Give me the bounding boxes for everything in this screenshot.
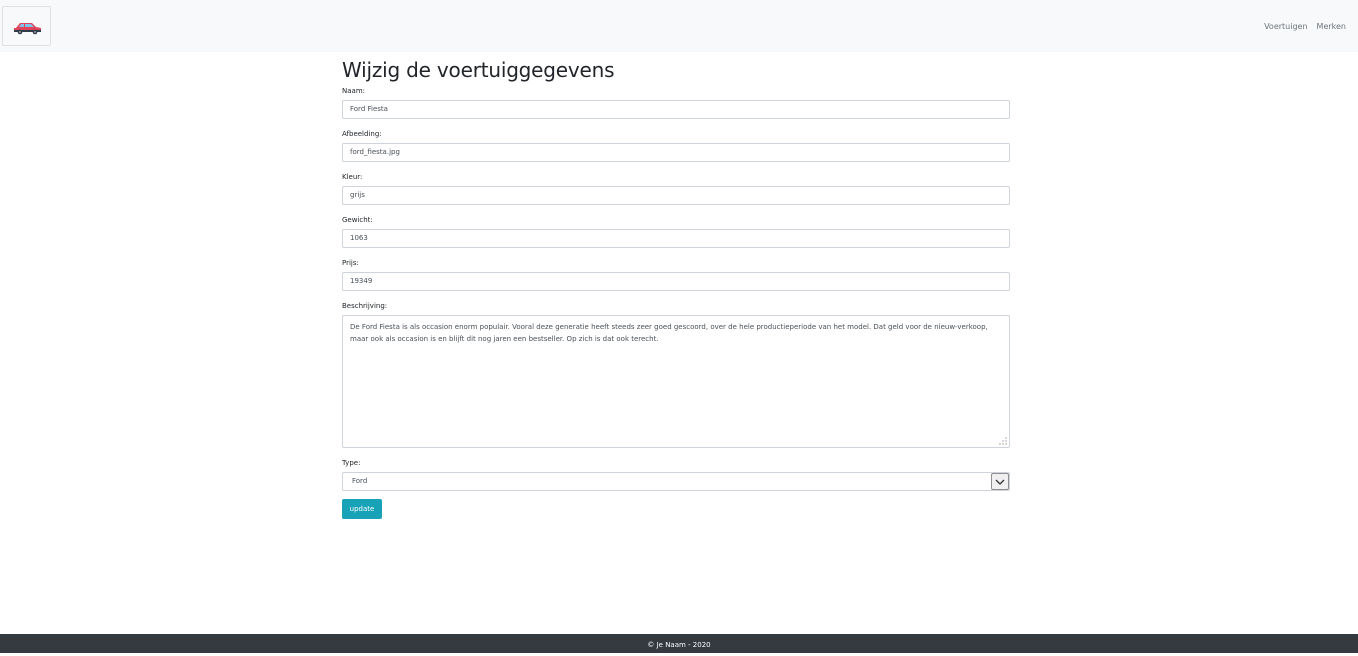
chevron-down-icon	[995, 479, 1005, 485]
prijs-field[interactable]: 19349	[342, 272, 1010, 291]
beschrijving-label: Beschrijving:	[342, 302, 388, 310]
update-button[interactable]: update	[342, 499, 382, 519]
gewicht-field[interactable]: 1063	[342, 229, 1010, 248]
kleur-label: Kleur:	[342, 173, 363, 181]
footer: © Je Naam - 2020	[0, 634, 1358, 653]
type-label: Type:	[342, 459, 361, 467]
car-icon	[14, 23, 41, 35]
afbeelding-label: Afbeelding:	[342, 130, 382, 138]
select-dropdown-button[interactable]	[991, 473, 1009, 490]
nav-link-merken[interactable]: Merken	[1317, 22, 1346, 31]
type-selected-value: Ford	[352, 477, 368, 485]
naam-label: Naam:	[342, 87, 365, 95]
beschrijving-text: De Ford Fiesta is als occasion enorm pop…	[350, 323, 988, 343]
prijs-label: Prijs:	[342, 259, 359, 267]
beschrijving-textarea[interactable]: De Ford Fiesta is als occasion enorm pop…	[342, 315, 1010, 448]
footer-copyright: © Je Naam - 2020	[647, 641, 711, 649]
afbeelding-field[interactable]: ford_fiesta.jpg	[342, 143, 1010, 162]
type-select[interactable]: Ford	[342, 472, 1010, 491]
kleur-field[interactable]: grijs	[342, 186, 1010, 205]
gewicht-label: Gewicht:	[342, 216, 373, 224]
page-title: Wijzig de voertuiggegevens	[342, 58, 615, 82]
nav-links: Voertuigen Merken	[1264, 22, 1346, 31]
resize-grip-icon[interactable]	[999, 437, 1007, 445]
nav-link-voertuigen[interactable]: Voertuigen	[1264, 22, 1307, 31]
navbar: Voertuigen Merken	[0, 0, 1358, 52]
naam-field[interactable]: Ford Fiesta	[342, 100, 1010, 119]
brand-logo[interactable]	[2, 6, 51, 46]
